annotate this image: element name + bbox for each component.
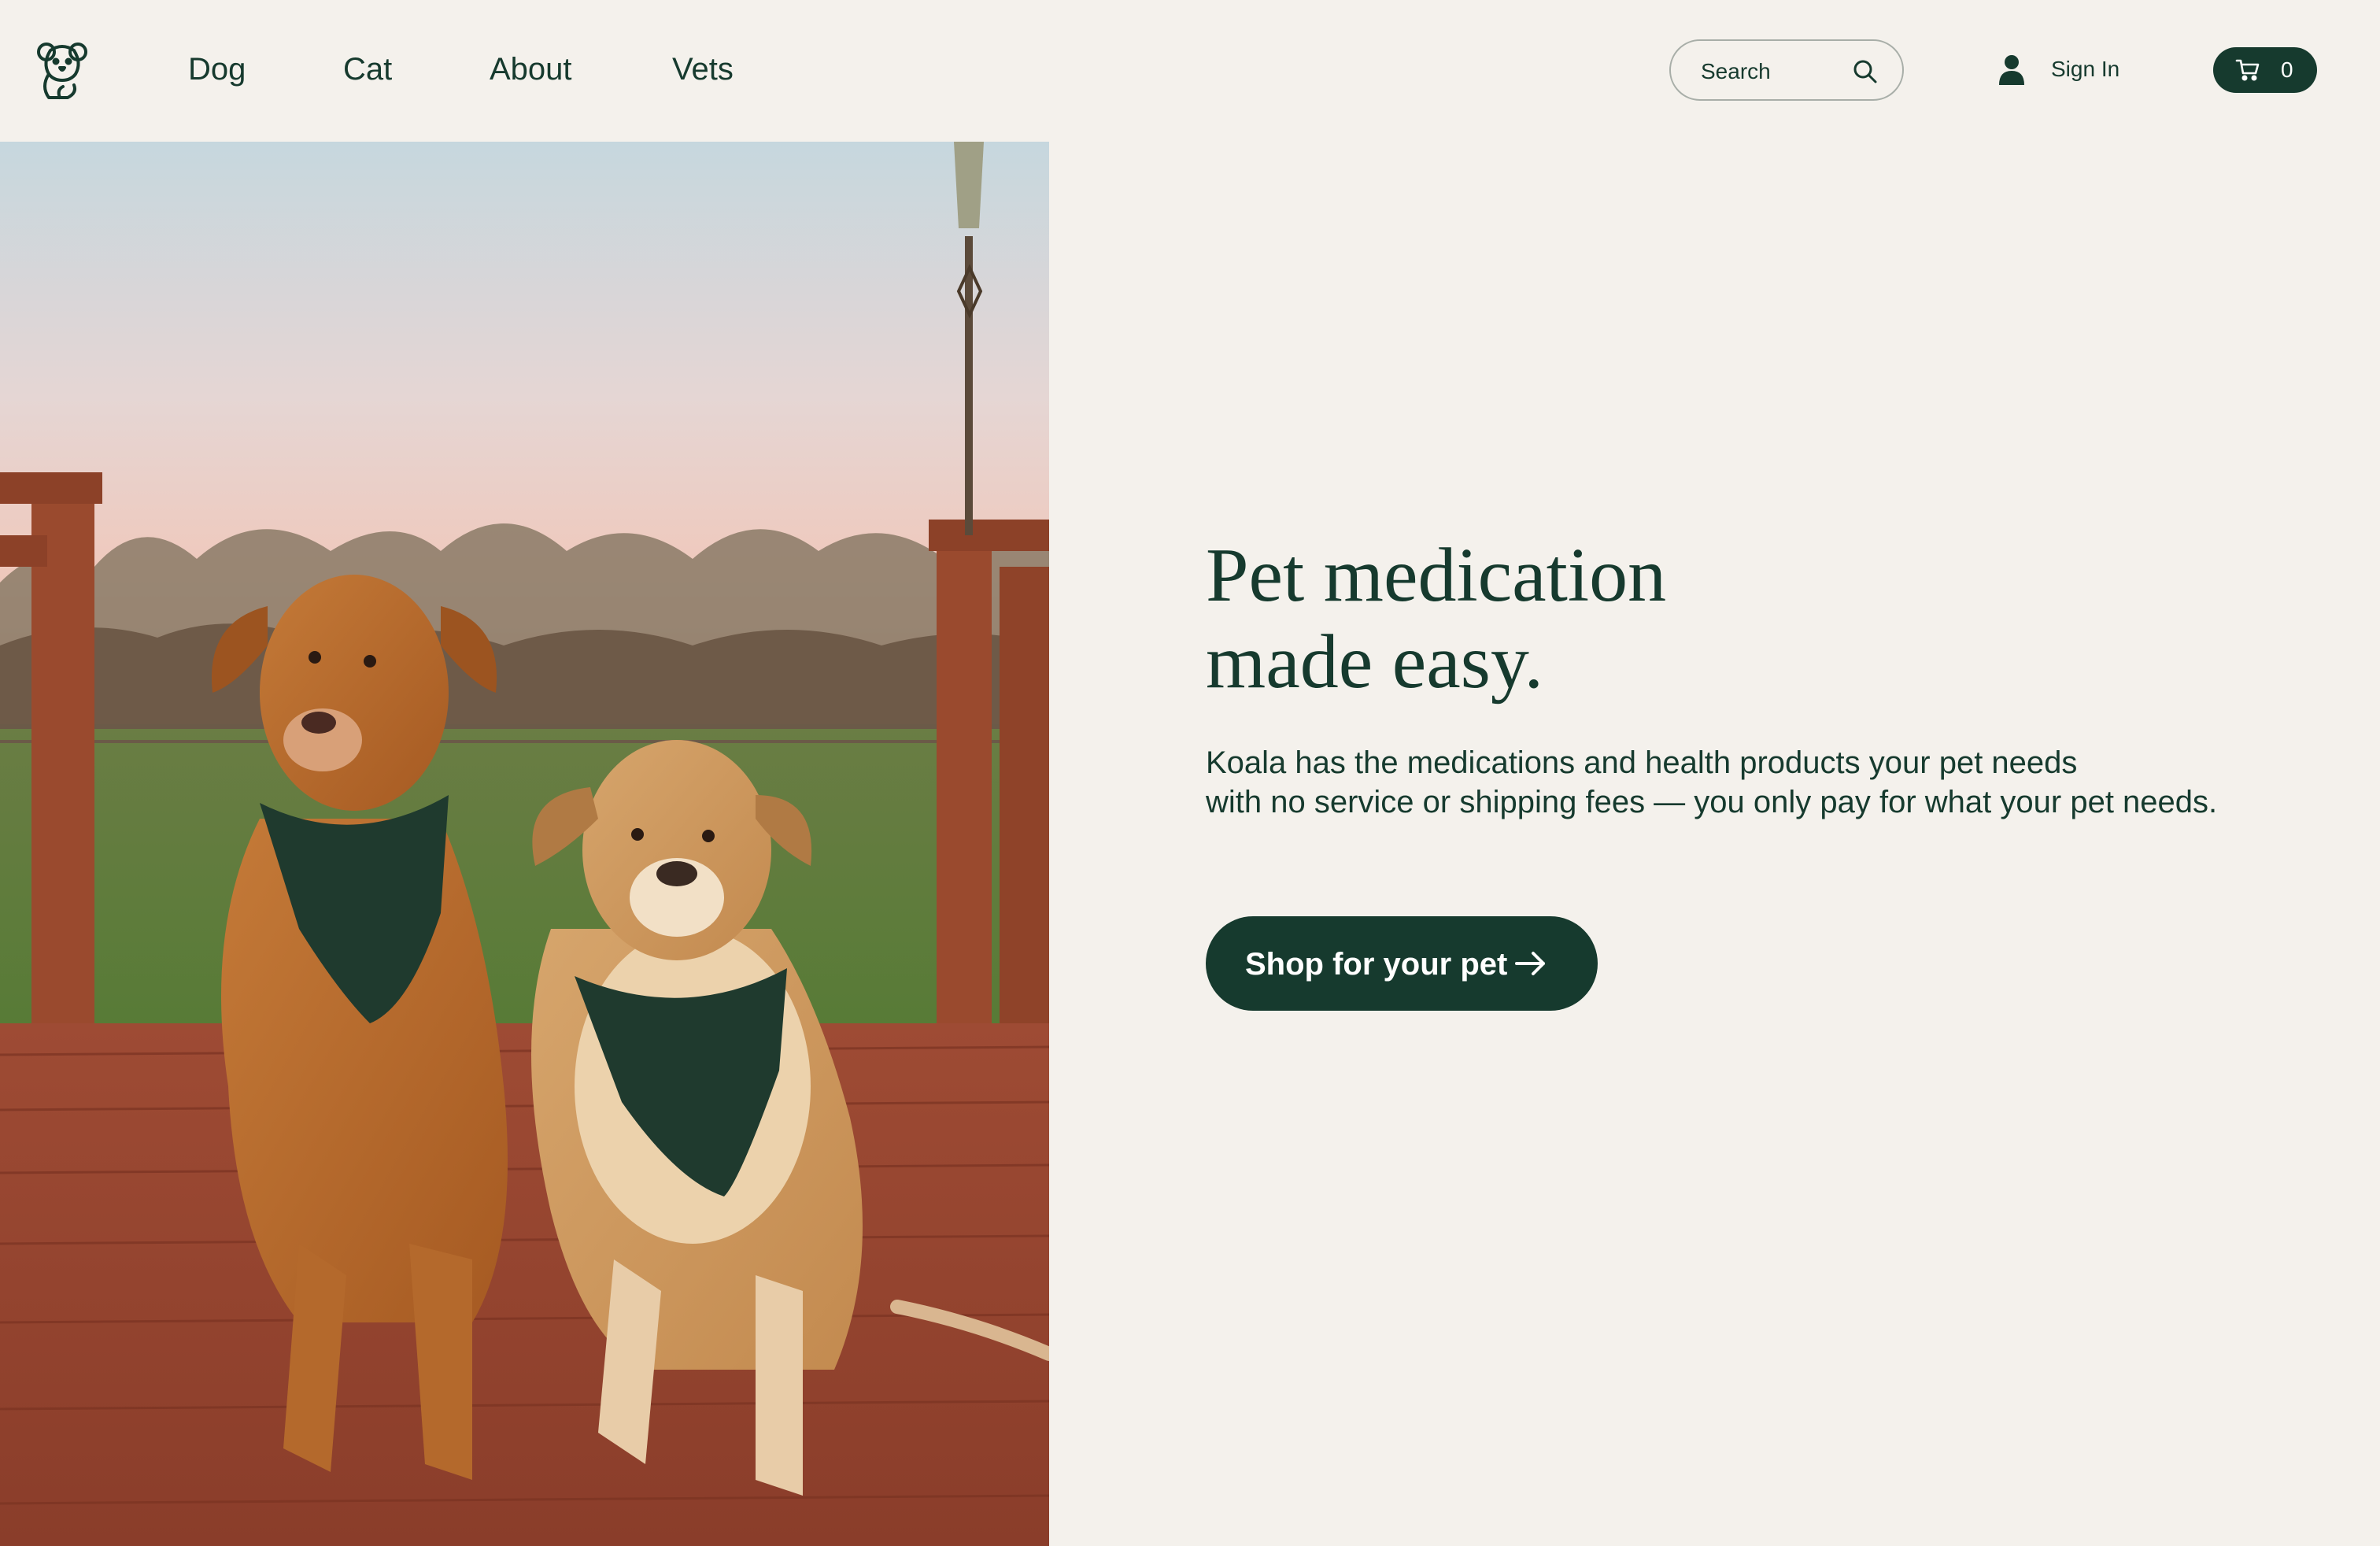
arrow-right-icon <box>1514 949 1547 978</box>
cart-button[interactable]: 0 <box>2213 47 2317 93</box>
nav-link-cat[interactable]: Cat <box>343 49 392 90</box>
hero-subtitle: Koala has the medications and health pro… <box>1206 743 2308 822</box>
nav-link-dog[interactable]: Dog <box>188 49 246 90</box>
cart-icon <box>2235 58 2260 82</box>
two-dogs-photo <box>0 142 1049 1546</box>
hero-subtitle-line1: Koala has the medications and health pro… <box>1206 745 2078 780</box>
search-icon[interactable] <box>1852 58 1879 85</box>
hero-headline-line1: Pet medication <box>1206 533 1667 618</box>
user-icon <box>1996 54 2027 85</box>
hero-headline-line2: made easy. <box>1206 620 1543 705</box>
hero-subtitle-line2: with no service or shipping fees — you o… <box>1206 785 2218 819</box>
hero-headline: Pet medication made easy. <box>1206 532 1914 705</box>
nav-link-about[interactable]: About <box>490 49 572 90</box>
cart-count: 0 <box>2281 57 2293 82</box>
shop-for-your-pet-button[interactable]: Shop for your pet <box>1206 916 1598 1011</box>
search-input[interactable] <box>1699 55 1852 88</box>
cta-label: Shop for your pet <box>1245 947 1508 982</box>
search-box <box>1669 39 1904 101</box>
nav-link-vets[interactable]: Vets <box>672 49 734 90</box>
site-header: Dog Cat About Vets Sign In 0 <box>0 0 2380 142</box>
koala-logo-icon[interactable] <box>36 39 88 101</box>
sign-in-label: Sign In <box>2051 57 2120 81</box>
